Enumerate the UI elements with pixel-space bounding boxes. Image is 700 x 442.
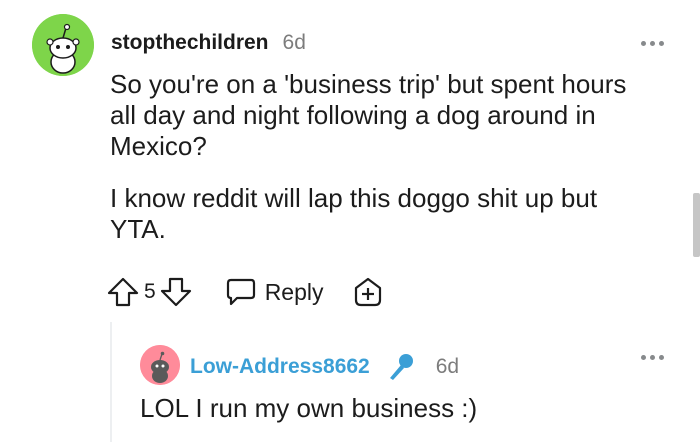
comment-paragraph-1: So you're on a 'business trip' but spent…	[110, 69, 627, 161]
comment-action-bar: 5 Reply	[106, 272, 384, 312]
award-plus-icon	[354, 277, 381, 307]
reply-username[interactable]: Low-Address8662	[190, 355, 370, 379]
thread-line[interactable]	[110, 322, 112, 442]
upvote-arrow-icon	[107, 277, 139, 307]
comment-avatar[interactable]	[32, 14, 94, 76]
comment-paragraph-2: I know reddit will lap this doggo shit u…	[110, 183, 598, 244]
downvote-arrow-icon	[160, 277, 191, 307]
scrollbar-thumb[interactable]	[693, 193, 700, 257]
snoo-avatar-icon	[32, 14, 94, 76]
upvote-button[interactable]	[106, 275, 140, 309]
reply-button[interactable]: Reply	[225, 277, 324, 307]
reply-avatar[interactable]	[140, 345, 180, 385]
reply-more-options-icon[interactable]	[641, 355, 664, 360]
speech-bubble-icon	[226, 278, 255, 306]
comment-more-options-icon[interactable]	[641, 41, 664, 46]
comment-age: 6d	[282, 31, 306, 54]
snoo-avatar-icon	[140, 345, 180, 385]
reply-label: Reply	[264, 278, 324, 305]
microphone-icon	[389, 354, 413, 380]
award-button[interactable]	[352, 276, 384, 308]
reply-text: LOL I run my own business :)	[140, 393, 478, 423]
reply-age: 6d	[435, 355, 460, 378]
downvote-button[interactable]	[159, 275, 193, 309]
vote-score: 5	[144, 280, 156, 303]
comment-username[interactable]: stopthechildren	[111, 31, 269, 55]
